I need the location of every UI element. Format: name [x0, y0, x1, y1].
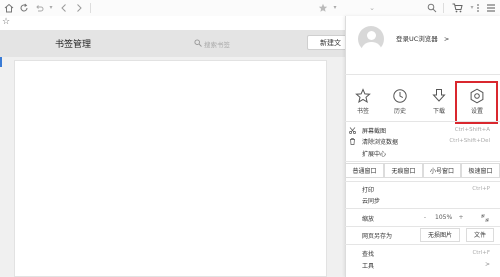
chevron-right-icon: > — [443, 35, 450, 43]
save-as-image-button[interactable]: 无损图片 — [420, 228, 460, 242]
shortcut-find: Ctrl+F — [472, 250, 490, 256]
chevron-down-icon[interactable]: ▾ — [45, 2, 57, 14]
menu-divider — [345, 208, 500, 209]
clock-icon[interactable] — [392, 88, 408, 104]
menu-item-find[interactable]: 查找 — [362, 249, 374, 258]
menu-divider — [345, 121, 500, 122]
history-action-label[interactable]: 历史 — [385, 106, 415, 115]
settings-highlight-box — [455, 81, 498, 124]
bookmarks-bar: ☆ — [0, 16, 345, 31]
back-icon[interactable] — [58, 2, 70, 14]
save-as-file-button[interactable]: 文件 — [466, 228, 494, 242]
menu-item-cloud-sync[interactable]: 云同步 — [362, 196, 380, 205]
login-label: 登录UC浏览器 — [396, 35, 438, 43]
download-icon[interactable] — [431, 88, 447, 104]
selected-indicator — [0, 57, 2, 67]
star-icon[interactable] — [317, 2, 329, 14]
incognito-window-button[interactable]: 无痕窗口 — [384, 163, 423, 178]
normal-window-button[interactable]: 普通窗口 — [345, 163, 384, 178]
bookmarks-list-panel — [14, 60, 327, 277]
save-page-label: 网页另存为 — [362, 233, 393, 240]
star-icon[interactable] — [355, 88, 371, 104]
menu-divider — [345, 74, 500, 75]
menu-item-print[interactable]: 打印 — [362, 185, 374, 194]
forward-icon[interactable] — [73, 2, 85, 14]
search-icon[interactable] — [426, 2, 438, 14]
menu-divider — [345, 181, 500, 182]
menu-item-extensions[interactable]: 扩展中心 — [362, 149, 386, 158]
menu-item-tools[interactable]: 工具 — [362, 261, 374, 270]
page-title: 书签管理 — [55, 40, 92, 50]
login-link[interactable]: 登录UC浏览器 > — [396, 33, 449, 43]
bookmarks-action-label[interactable]: 书签 — [348, 106, 378, 115]
shortcut-print: Ctrl+P — [472, 186, 490, 192]
refresh-icon[interactable] — [18, 2, 30, 14]
avatar-head-shape — [367, 31, 376, 40]
menu-divider — [345, 226, 500, 227]
speed-window-button[interactable]: 极速窗口 — [461, 163, 500, 178]
dropdown-icon[interactable]: ⌄ — [366, 2, 378, 14]
bookmarks-header — [0, 30, 345, 57]
browser-toolbar: ▾ ▾ ⌄ ▾ — [0, 0, 500, 17]
menu-item-clear-data[interactable]: 清除浏览数据 — [362, 137, 398, 146]
secondary-window-button[interactable]: 小号窗口 — [423, 163, 461, 178]
zoom-label: 缩放 — [362, 216, 375, 223]
chevron-right-icon: > — [485, 261, 491, 268]
fullscreen-icon[interactable] — [481, 214, 489, 222]
menu-divider — [345, 244, 500, 245]
menu-icon[interactable] — [485, 2, 497, 14]
menu-item-screenshot[interactable]: 屏幕截图 — [362, 126, 386, 135]
search-icon — [194, 39, 202, 47]
shortcut-clear-data: Ctrl+Shift+Del — [449, 138, 490, 144]
zoom-out-button[interactable]: - — [418, 211, 432, 225]
bookmark-star-icon[interactable]: ☆ — [2, 17, 10, 27]
cart-icon[interactable] — [451, 2, 463, 14]
toolbar-divider — [443, 3, 444, 13]
bookmark-search-input[interactable]: 搜索书签 — [204, 39, 230, 49]
menu-divider — [345, 161, 500, 162]
home-icon[interactable] — [3, 2, 15, 14]
trash-icon — [350, 138, 355, 145]
undo-icon[interactable] — [33, 2, 45, 14]
scissors-icon — [349, 127, 356, 134]
zoom-in-button[interactable]: + — [455, 211, 467, 225]
toolbar-divider — [90, 3, 91, 13]
avatar-body-shape — [361, 42, 382, 56]
zoom-value: 105% — [435, 214, 453, 221]
download-action-label[interactable]: 下载 — [424, 106, 454, 115]
shortcut-screenshot: Ctrl+Shift+A — [454, 127, 490, 133]
more-icon[interactable] — [472, 2, 484, 14]
chevron-down-icon[interactable]: ▾ — [329, 2, 341, 14]
